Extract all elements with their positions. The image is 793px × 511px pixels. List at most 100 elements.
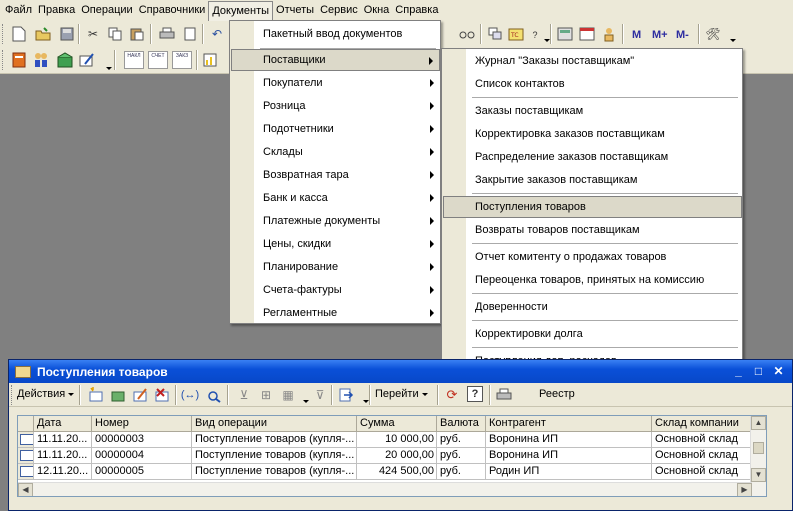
order-button[interactable]: ЗАКЗ bbox=[172, 51, 192, 69]
tools-icon[interactable]: 🛠 bbox=[704, 25, 722, 43]
search-icon[interactable] bbox=[205, 386, 223, 404]
scroll-right-icon[interactable]: ▶ bbox=[737, 483, 752, 496]
col-header-sum[interactable]: Сумма bbox=[357, 416, 437, 432]
registry-button[interactable]: Реестр bbox=[539, 388, 575, 400]
submenu-item-consignor-report[interactable]: Отчет комитенту о продажах товаров bbox=[443, 246, 742, 268]
submenu-item-contacts[interactable]: Список контактов bbox=[443, 73, 742, 95]
menu-windows[interactable]: Окна bbox=[361, 1, 393, 20]
new-document-icon[interactable] bbox=[10, 25, 28, 43]
calendar-icon[interactable] bbox=[578, 25, 596, 43]
filter-icon[interactable]: ⊻ bbox=[235, 386, 253, 404]
scroll-thumb[interactable] bbox=[753, 442, 764, 454]
submenu-item-revaluation[interactable]: Переоценка товаров, принятых на комиссию bbox=[443, 269, 742, 291]
find-icon[interactable] bbox=[458, 25, 476, 43]
toolbar-grip[interactable] bbox=[2, 24, 5, 44]
minimize-button[interactable]: _ bbox=[729, 363, 748, 380]
scroll-up-icon[interactable]: ▲ bbox=[751, 416, 766, 430]
interval-icon[interactable]: (↔) bbox=[181, 386, 199, 404]
menu-operations[interactable]: Операции bbox=[78, 1, 135, 20]
menu-references[interactable]: Справочники bbox=[136, 1, 209, 20]
warehouse-icon[interactable] bbox=[56, 51, 74, 69]
journal-icon[interactable] bbox=[10, 51, 28, 69]
menu-item-suppliers[interactable]: Поставщики bbox=[231, 49, 440, 71]
menu-item-planning[interactable]: Планирование bbox=[231, 256, 440, 278]
calculator-icon[interactable] bbox=[556, 25, 574, 43]
col-header-number[interactable]: Номер bbox=[92, 416, 192, 432]
menu-service[interactable]: Сервис bbox=[317, 1, 361, 20]
delete-icon[interactable] bbox=[153, 386, 171, 404]
save-icon[interactable] bbox=[58, 25, 76, 43]
menu-item-retail[interactable]: Розница bbox=[231, 95, 440, 117]
submenu-item-goods-receipts[interactable]: Поступления товаров bbox=[443, 196, 742, 218]
hierarchy-icon[interactable]: ⊞ bbox=[257, 386, 275, 404]
print-icon[interactable] bbox=[158, 25, 176, 43]
cut-icon[interactable]: ✂ bbox=[84, 25, 102, 43]
submenu-item-order-correction[interactable]: Корректировка заказов поставщикам bbox=[443, 123, 742, 145]
maximize-button[interactable]: □ bbox=[749, 363, 768, 380]
memory-m-button[interactable]: M bbox=[632, 29, 641, 41]
scroll-down-icon[interactable]: ▼ bbox=[751, 468, 766, 482]
menu-file[interactable]: Файл bbox=[2, 1, 35, 20]
menu-item-invoices[interactable]: Счета-фактуры bbox=[231, 279, 440, 301]
submenu-item-returns[interactable]: Возвраты товаров поставщикам bbox=[443, 219, 742, 241]
vertical-scrollbar[interactable]: ▲ ▼ bbox=[750, 416, 766, 496]
submenu-item-supplier-orders[interactable]: Заказы поставщикам bbox=[443, 100, 742, 122]
table-row[interactable]: 11.11.20... 00000004 Поступление товаров… bbox=[18, 448, 752, 464]
people-icon[interactable] bbox=[32, 51, 50, 69]
col-header-operation[interactable]: Вид операции bbox=[192, 416, 357, 432]
menu-documents[interactable]: Документы bbox=[208, 1, 274, 22]
open-icon[interactable] bbox=[34, 25, 52, 43]
col-header-counterparty[interactable]: Контрагент bbox=[486, 416, 652, 432]
pencil-list-icon[interactable] bbox=[78, 51, 96, 69]
close-button[interactable]: ✕ bbox=[769, 363, 788, 380]
scroll-left-icon[interactable]: ◀ bbox=[18, 483, 33, 496]
menu-item-regulatory[interactable]: Регламентные bbox=[231, 302, 440, 324]
menu-item-bank-cash[interactable]: Банк и касса bbox=[231, 187, 440, 209]
submenu-item-power-of-attorney[interactable]: Доверенности bbox=[443, 296, 742, 318]
report-icon[interactable] bbox=[202, 51, 220, 69]
print-icon[interactable] bbox=[495, 386, 513, 404]
paste-icon[interactable] bbox=[128, 25, 146, 43]
submenu-item-debt-adjustments[interactable]: Корректировки долга bbox=[443, 323, 742, 345]
menu-item-accountable[interactable]: Подотчетники bbox=[231, 118, 440, 140]
col-header-date[interactable]: Дата bbox=[34, 416, 92, 432]
edit-icon[interactable] bbox=[131, 386, 149, 404]
horizontal-scrollbar[interactable]: ◀ ▶ bbox=[18, 482, 752, 496]
submenu-item-orders-journal[interactable]: Журнал "Заказы поставщикам" bbox=[443, 50, 742, 72]
clear-filter-icon[interactable]: ⊽ bbox=[311, 386, 329, 404]
window-titlebar[interactable]: Поступления товаров _ □ ✕ bbox=[9, 360, 792, 383]
user-lock-icon[interactable] bbox=[600, 25, 618, 43]
menu-item-buyers[interactable]: Покупатели bbox=[231, 72, 440, 94]
menu-help[interactable]: Справка bbox=[392, 1, 441, 20]
toolbar-grip[interactable] bbox=[11, 385, 14, 405]
copy-icon[interactable] bbox=[106, 25, 124, 43]
memory-minus-button[interactable]: M- bbox=[676, 29, 689, 41]
preview-icon[interactable] bbox=[182, 25, 200, 43]
menu-item-warehouses[interactable]: Склады bbox=[231, 141, 440, 163]
invoice-button[interactable]: НАКЛ bbox=[124, 51, 144, 69]
col-header-warehouse[interactable]: Склад компании bbox=[652, 416, 752, 432]
windows-icon[interactable] bbox=[486, 25, 504, 43]
refresh-icon[interactable]: ⟳ bbox=[443, 386, 461, 404]
bill-button[interactable]: СЧЕТ bbox=[148, 51, 168, 69]
submenu-item-order-distribution[interactable]: Распределение заказов поставщикам bbox=[443, 146, 742, 168]
toolbar-grip[interactable] bbox=[2, 50, 5, 70]
table-row[interactable]: 11.11.20... 00000003 Поступление товаров… bbox=[18, 432, 752, 448]
menu-item-returnable-tare[interactable]: Возвратная тара bbox=[231, 164, 440, 186]
undo-icon[interactable]: ↶ bbox=[208, 25, 226, 43]
tc-icon[interactable]: TC bbox=[508, 25, 526, 43]
add-icon[interactable] bbox=[87, 386, 105, 404]
col-header-currency[interactable]: Валюта bbox=[437, 416, 486, 432]
submenu-item-order-closing[interactable]: Закрытие заказов поставщикам bbox=[443, 169, 742, 191]
actions-menu-button[interactable]: Действия bbox=[17, 388, 75, 400]
memory-plus-button[interactable]: M+ bbox=[652, 29, 668, 41]
help-icon[interactable]: ? bbox=[467, 386, 483, 402]
goto-menu-button[interactable]: Перейти bbox=[375, 388, 428, 400]
table-row[interactable]: 12.11.20... 00000005 Поступление товаров… bbox=[18, 464, 752, 480]
menu-item-prices[interactable]: Цены, скидки bbox=[231, 233, 440, 255]
menu-item-batch-input[interactable]: Пакетный ввод документов bbox=[231, 23, 440, 45]
enter-on-basis-icon[interactable] bbox=[337, 386, 355, 404]
menu-item-payment-docs[interactable]: Платежные документы bbox=[231, 210, 440, 232]
menu-reports[interactable]: Отчеты bbox=[273, 1, 317, 20]
menu-edit[interactable]: Правка bbox=[35, 1, 78, 20]
